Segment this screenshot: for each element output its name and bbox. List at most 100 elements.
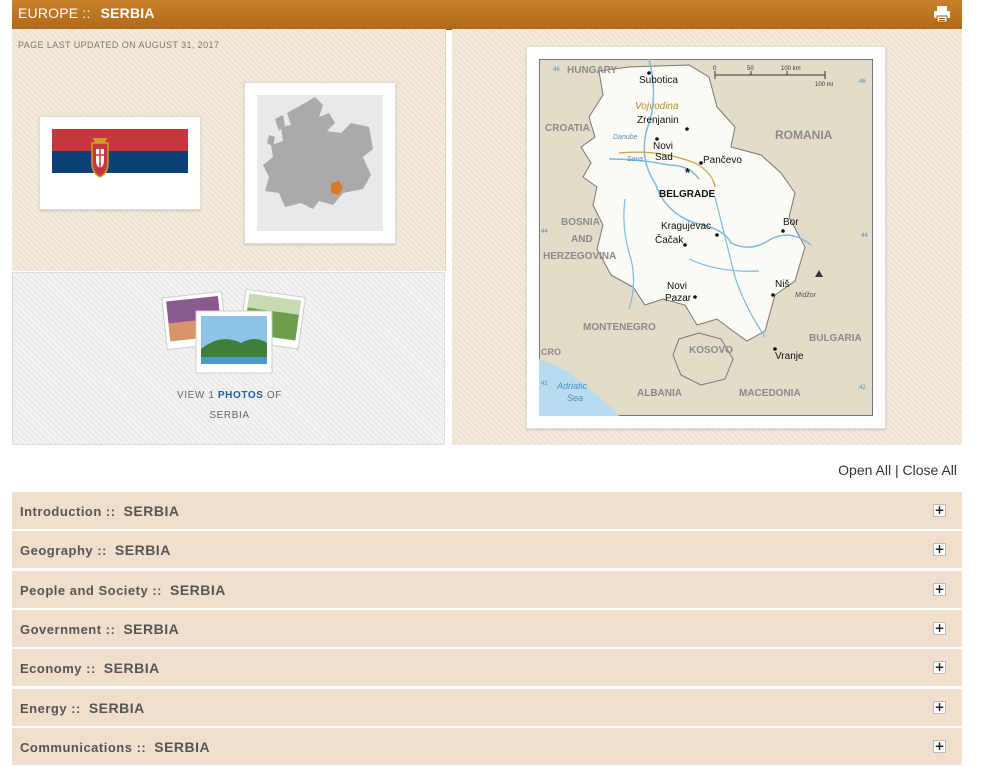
photos-panel: VIEW 1 PHOTOS OF SERBIA bbox=[12, 272, 445, 445]
serbia-map: 46 46 44 44 42 42 0 50 100 km 100 mi HUN… bbox=[539, 59, 873, 416]
city-cacak: Čačak bbox=[655, 233, 684, 246]
expand-plus-icon[interactable]: + bbox=[933, 622, 946, 635]
map-panel: 46 46 44 44 42 42 0 50 100 km 100 mi HUN… bbox=[452, 29, 962, 445]
label-sava: Sava bbox=[627, 156, 643, 163]
label-croatia: CROATIA bbox=[545, 123, 590, 134]
section-label: Introduction :: bbox=[20, 504, 116, 519]
label-bosnia: BOSNIA bbox=[561, 217, 600, 228]
scale-fifty: 50 bbox=[747, 66, 754, 72]
label-montenegro: MONTENEGRO bbox=[583, 322, 656, 333]
breadcrumb: EUROPE :: SERBIA bbox=[18, 5, 155, 21]
flag-thumbnail[interactable] bbox=[39, 116, 201, 210]
svg-text:42: 42 bbox=[541, 381, 548, 387]
svg-text:42: 42 bbox=[859, 385, 866, 391]
section-label: People and Society :: bbox=[20, 583, 162, 598]
label-kosovo: KOSOVO bbox=[689, 345, 733, 356]
label-vojvodina: Vojvodina bbox=[635, 101, 679, 112]
city-pancevo: Pančevo bbox=[703, 155, 742, 166]
svg-text:44: 44 bbox=[541, 229, 548, 235]
label-bosnia-and: AND bbox=[571, 234, 593, 245]
expand-plus-icon[interactable]: + bbox=[933, 504, 946, 517]
serbia-flag-image bbox=[52, 129, 188, 195]
last-updated-text: PAGE LAST UPDATED ON AUGUST 31, 2017 bbox=[18, 40, 220, 50]
city-kragujevac: Kragujevac bbox=[661, 221, 711, 232]
svg-text:46: 46 bbox=[859, 79, 866, 85]
open-all-link[interactable]: Open All bbox=[838, 462, 891, 478]
peak-midzor: Midžor bbox=[795, 292, 817, 299]
photos-of: OF bbox=[266, 390, 283, 401]
photos-country: SERBIA bbox=[209, 410, 250, 421]
section-title: Economy :: SERBIA bbox=[20, 660, 160, 676]
city-nis: Niš bbox=[775, 279, 789, 290]
city-novi-sad-2: Sad bbox=[655, 152, 673, 163]
photos-count: VIEW 1 bbox=[176, 390, 215, 401]
section-people-and-society[interactable]: People and Society :: SERBIA + bbox=[12, 571, 962, 609]
city-novi-sad-1: Novi bbox=[653, 141, 673, 152]
section-label: Energy :: bbox=[20, 701, 81, 716]
section-title: People and Society :: SERBIA bbox=[20, 582, 226, 598]
expand-plus-icon[interactable]: + bbox=[933, 701, 946, 714]
city-belgrade: BELGRADE bbox=[659, 189, 715, 200]
section-title: Communications :: SERBIA bbox=[20, 739, 210, 755]
section-label: Communications :: bbox=[20, 740, 147, 755]
scale-km: 100 km bbox=[781, 66, 801, 72]
printer-icon[interactable] bbox=[932, 4, 952, 24]
section-country: SERBIA bbox=[88, 700, 145, 716]
section-energy[interactable]: Energy :: SERBIA + bbox=[12, 689, 962, 727]
city-novi-pazar-1: Novi bbox=[667, 281, 687, 292]
label-cro: CRO bbox=[541, 347, 561, 357]
locator-map-thumbnail[interactable] bbox=[244, 82, 396, 244]
label-adriatic: Adriatic bbox=[556, 381, 588, 391]
svg-text:46: 46 bbox=[553, 67, 560, 73]
europe-locator-map bbox=[257, 95, 383, 231]
expand-plus-icon[interactable]: + bbox=[933, 740, 946, 753]
section-label: Government :: bbox=[20, 622, 116, 637]
section-geography[interactable]: Geography :: SERBIA + bbox=[12, 531, 962, 569]
photo-gallery-icon[interactable] bbox=[161, 287, 306, 377]
label-romania: ROMANIA bbox=[775, 128, 833, 142]
open-close-separator: | bbox=[895, 462, 899, 478]
section-title: Government :: SERBIA bbox=[20, 621, 179, 637]
expand-plus-icon[interactable]: + bbox=[933, 583, 946, 596]
label-danube: Danube bbox=[613, 134, 638, 141]
city-subotica: Subotica bbox=[639, 75, 678, 86]
country-label: SERBIA bbox=[100, 5, 155, 21]
section-country: SERBIA bbox=[169, 582, 226, 598]
country-map-thumbnail[interactable]: 46 46 44 44 42 42 0 50 100 km 100 mi HUN… bbox=[526, 46, 886, 429]
section-label: Geography :: bbox=[20, 543, 107, 558]
label-sea: Sea bbox=[567, 393, 583, 403]
section-economy[interactable]: Economy :: SERBIA + bbox=[12, 649, 962, 687]
flag-locator-panel: PAGE LAST UPDATED ON AUGUST 31, 2017 bbox=[12, 29, 446, 271]
section-title: Energy :: SERBIA bbox=[20, 700, 145, 716]
label-bulgaria: BULGARIA bbox=[809, 333, 862, 344]
section-country: SERBIA bbox=[123, 621, 180, 637]
section-country: SERBIA bbox=[154, 739, 211, 755]
city-vranje: Vranje bbox=[775, 351, 804, 362]
expand-plus-icon[interactable]: + bbox=[933, 661, 946, 674]
section-label: Economy :: bbox=[20, 661, 96, 676]
photos-link[interactable]: PHOTOS bbox=[218, 390, 264, 401]
photos-caption: VIEW 1 PHOTOS OF SERBIA bbox=[13, 386, 446, 426]
expand-controls: Open All | Close All bbox=[838, 462, 957, 478]
section-communications[interactable]: Communications :: SERBIA + bbox=[12, 728, 962, 766]
city-bor: Bor bbox=[783, 217, 799, 228]
label-albania: ALBANIA bbox=[637, 388, 682, 399]
scale-mi: 100 mi bbox=[815, 82, 833, 88]
close-all-link[interactable]: Close All bbox=[903, 462, 957, 478]
region-label[interactable]: EUROPE :: bbox=[18, 5, 91, 21]
section-title: Introduction :: SERBIA bbox=[20, 503, 180, 519]
section-country: SERBIA bbox=[123, 503, 180, 519]
section-introduction[interactable]: Introduction :: SERBIA + bbox=[12, 492, 962, 530]
svg-text:44: 44 bbox=[861, 233, 868, 239]
city-zrenjanin: Zrenjanin bbox=[637, 115, 679, 126]
label-macedonia: MACEDONIA bbox=[739, 388, 801, 399]
section-title: Geography :: SERBIA bbox=[20, 542, 171, 558]
expand-plus-icon[interactable]: + bbox=[933, 543, 946, 556]
section-country: SERBIA bbox=[103, 660, 160, 676]
city-novi-pazar-2: Pazar bbox=[665, 293, 692, 304]
section-country: SERBIA bbox=[114, 542, 171, 558]
section-government[interactable]: Government :: SERBIA + bbox=[12, 610, 962, 648]
label-hungary: HUNGARY bbox=[567, 65, 618, 76]
label-herzegovina: HERZEGOVINA bbox=[543, 251, 616, 262]
country-header-bar: EUROPE :: SERBIA bbox=[12, 0, 962, 30]
